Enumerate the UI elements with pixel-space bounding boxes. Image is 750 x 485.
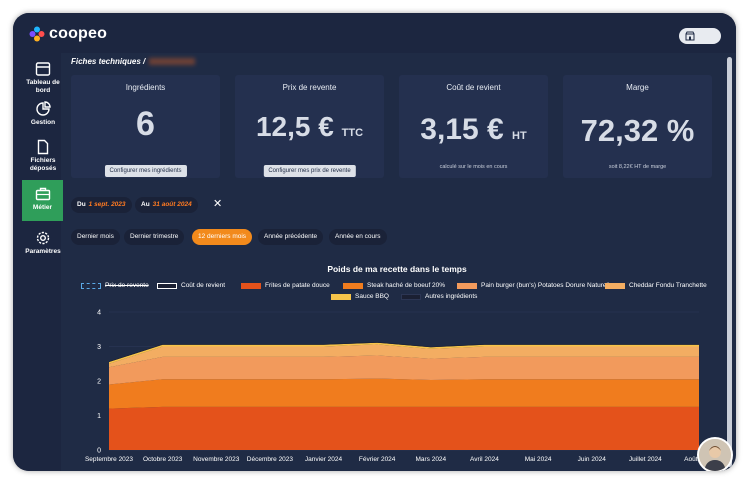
sidebar-item-dashboard[interactable]: Tableau de bord	[22, 61, 64, 95]
avatar-image	[699, 439, 731, 471]
date-to-picker[interactable]: Au 31 août 2024	[135, 197, 198, 213]
x-tick-label: Février 2024	[359, 456, 396, 463]
store-button[interactable]	[679, 28, 721, 44]
sidebar: Tableau de bord Gestion Fichiers déposés…	[13, 53, 64, 471]
marge-card: Marge 72,32 % soit 8,22€ HT de marge	[563, 75, 712, 178]
sidebar-item-metier[interactable]: Métier	[22, 180, 63, 221]
sidebar-item-fichiers[interactable]: Fichiers déposés	[22, 139, 64, 173]
logo[interactable]: coopeo	[29, 25, 107, 43]
y-tick-label: 0	[97, 448, 101, 455]
date-to-value: 31 août 2024	[152, 201, 192, 208]
date-from-label: Du	[77, 201, 86, 208]
logo-text: coopeo	[49, 25, 108, 42]
range-current-year[interactable]: Année en cours	[329, 229, 387, 245]
range-last-12-months[interactable]: 12 derniers mois	[192, 229, 253, 245]
clear-dates-button[interactable]: ✕	[213, 198, 222, 210]
y-tick-label: 2	[97, 379, 101, 386]
card-title: Prix de revente	[282, 83, 337, 92]
card-unit: TTC	[341, 127, 364, 139]
card-value: 3,15 €	[420, 113, 504, 146]
sidebar-item-label: Paramètres	[25, 248, 61, 255]
card-title: Marge	[626, 83, 649, 92]
app-window: coopeo Tableau de bord Gestion Fichiers …	[13, 13, 736, 471]
area-series-1	[109, 378, 699, 409]
x-tick-label: Mars 2024	[415, 456, 446, 463]
date-from-value: 1 sept. 2023	[88, 201, 126, 208]
date-from-picker[interactable]: Du 1 sept. 2023	[71, 197, 132, 213]
card-value: 12,5 €	[255, 111, 334, 142]
area-chart: Poids de ma recette dans le temps Prix d…	[71, 260, 723, 471]
card-subtitle: soit 8,22€ HT de marge	[608, 164, 667, 170]
avatar[interactable]	[697, 437, 733, 471]
range-previous-year[interactable]: Année précédente	[258, 229, 324, 245]
cout-revient-card: Coût de revient 3,15 € HT calculé sur le…	[399, 75, 548, 178]
card-title: Ingrédients	[125, 83, 166, 92]
sidebar-item-parametres[interactable]: Paramètres	[22, 230, 64, 256]
breadcrumb[interactable]: Fiches techniques /	[71, 57, 196, 66]
sidebar-item-label: Métier	[32, 204, 53, 211]
sidebar-item-label: Fichiers déposés	[29, 157, 57, 172]
briefcase-icon	[35, 187, 50, 201]
file-icon	[37, 139, 49, 155]
card-title: Coût de revient	[446, 83, 501, 92]
x-tick-label: Janvier 2024	[305, 456, 343, 463]
breadcrumb-section: Fiches techniques /	[71, 57, 146, 66]
x-tick-label: Octobre 2023	[143, 456, 183, 463]
top-bar: coopeo	[13, 13, 736, 53]
prix-revente-card: Prix de revente 12,5 € TTC Configurer me…	[235, 75, 384, 178]
ingredients-card: Ingrédients 6 Configurer mes ingrédients	[71, 75, 220, 178]
range-last-quarter[interactable]: Dernier trimestre	[124, 229, 185, 245]
store-icon	[685, 31, 695, 41]
area-series-0	[109, 406, 699, 450]
breadcrumb-recipe-redacted	[149, 58, 196, 66]
x-tick-label: Juin 2024	[578, 456, 607, 463]
card-value-wrap: 3,15 € HT	[399, 113, 548, 147]
close-icon: ✕	[213, 198, 223, 210]
card-value-wrap: 12,5 € TTC	[235, 111, 384, 143]
sidebar-item-label: Gestion	[30, 119, 56, 126]
x-tick-label: Mai 2024	[525, 456, 552, 463]
y-tick-label: 1	[97, 413, 101, 420]
card-value: 6	[136, 105, 155, 143]
x-tick-label: Septembre 2023	[85, 456, 133, 463]
configure-ingredients-button[interactable]: Configurer mes ingrédients	[104, 165, 187, 177]
x-tick-label: Avril 2024	[470, 456, 499, 463]
dashboard-icon	[35, 62, 51, 76]
x-tick-label: Novembre 2023	[193, 456, 240, 463]
sidebar-item-gestion[interactable]: Gestion	[22, 101, 64, 127]
chart-plot: 0 1 2 3 4 Septembre 2023 Octobre 2023 Novembre …	[85, 310, 714, 464]
pie-chart-icon	[36, 101, 51, 116]
y-tick-label: 3	[97, 344, 101, 351]
card-unit: HT	[512, 130, 527, 142]
card-value: 72,32 %	[580, 113, 695, 148]
gear-icon	[36, 231, 50, 245]
sidebar-item-label: Tableau de bord	[26, 79, 60, 94]
x-tick-label: Juillet 2024	[629, 456, 662, 463]
card-subtitle: calculé sur le mois en cours	[439, 164, 508, 170]
y-tick-label: 4	[97, 310, 101, 317]
range-last-month[interactable]: Dernier mois	[71, 229, 120, 245]
logo-icon	[29, 26, 45, 42]
vertical-scrollbar[interactable]	[727, 57, 732, 467]
main-content: Fiches techniques / Ingrédients 6 Config…	[61, 53, 723, 471]
x-tick-label: Décembre 2023	[247, 456, 294, 463]
date-to-label: Au	[141, 201, 150, 208]
configure-prices-button[interactable]: Configurer mes prix de revente	[263, 165, 356, 177]
